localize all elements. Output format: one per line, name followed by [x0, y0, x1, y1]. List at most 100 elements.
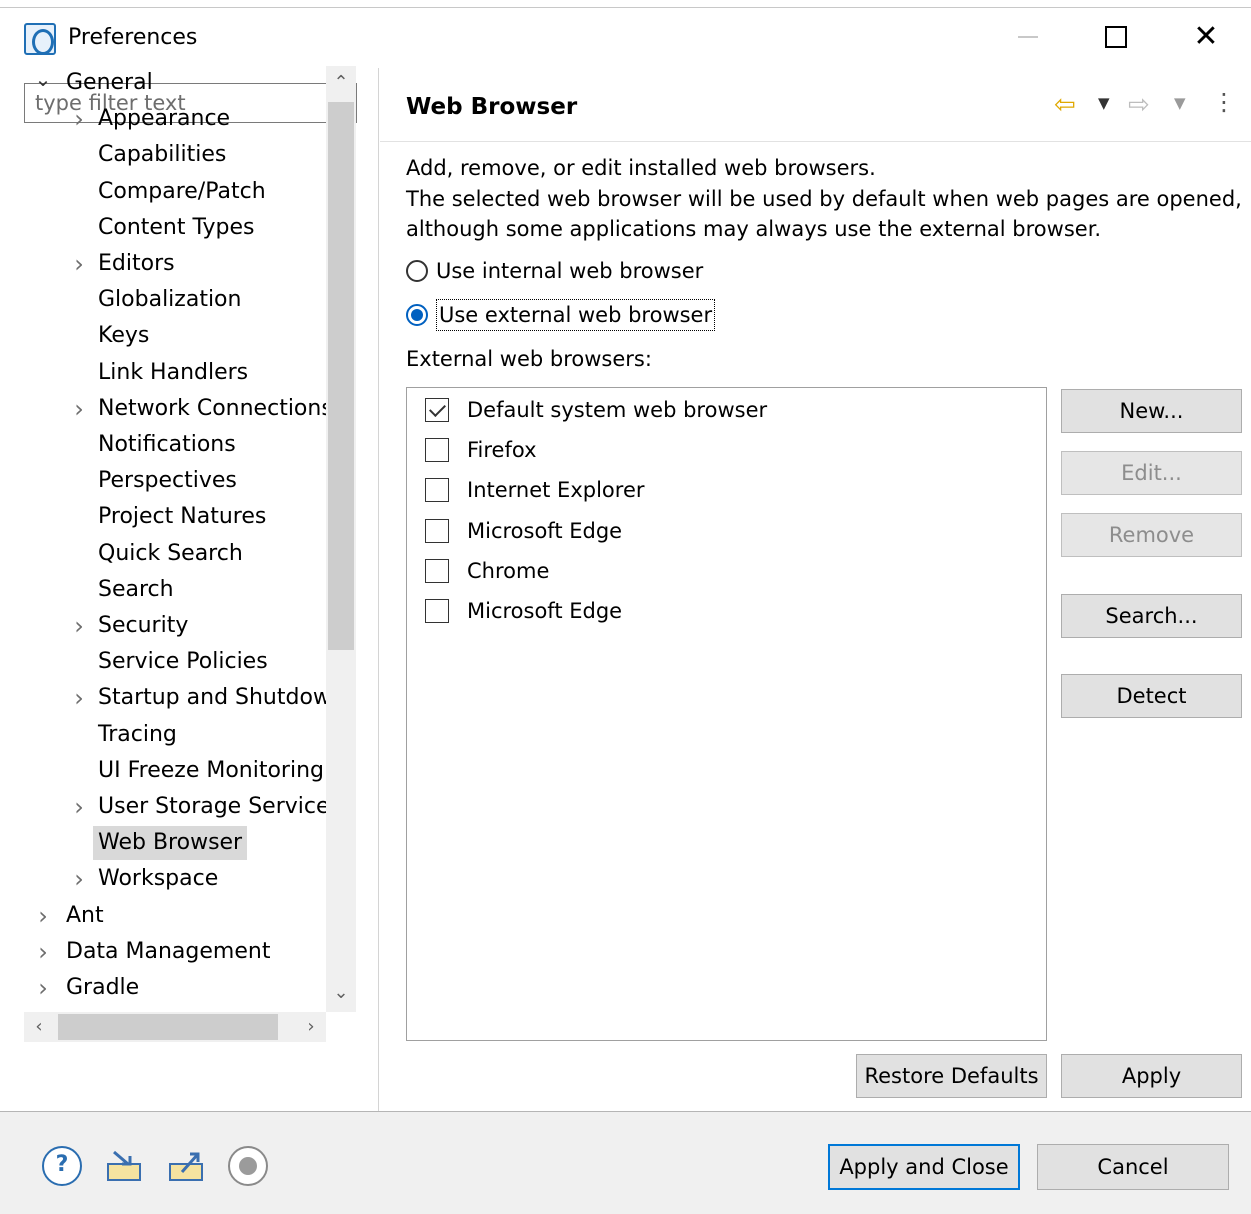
preference-tree: ⌄ General › Appearance Capabilities Compare/P… — [24, 66, 326, 1012]
browser-checkbox[interactable] — [425, 599, 449, 623]
tree-item-label: Perspectives — [98, 468, 237, 494]
apply-and-close-button[interactable]: Apply and Close — [828, 1144, 1020, 1190]
browser-checkbox[interactable] — [425, 478, 449, 503]
chevron-right-icon[interactable]: › — [34, 971, 52, 1005]
tree-item-label: Network Connections — [98, 395, 326, 421]
title-bar: Preferences ✕ — [0, 8, 1251, 68]
radio-external-label: Use external web browser — [436, 299, 716, 331]
cancel-button[interactable]: Cancel — [1037, 1144, 1229, 1190]
tree-item-label: UI Freeze Monitoring — [98, 757, 324, 783]
chevron-right-icon[interactable]: › — [70, 862, 88, 896]
scroll-down-icon[interactable]: ⌄ — [326, 976, 356, 1010]
chevron-right-icon[interactable]: › — [70, 609, 88, 643]
scroll-up-icon[interactable]: ⌃ — [326, 66, 356, 100]
external-browsers-label: External web browsers: — [406, 347, 652, 371]
browser-list-item[interactable]: Chrome — [425, 555, 549, 587]
browser-name: Firefox — [467, 438, 537, 463]
browser-list-item[interactable]: Internet Explorer — [425, 474, 645, 506]
back-arrow-icon[interactable]: ⇦ — [1054, 90, 1076, 120]
maximize-button[interactable] — [1070, 8, 1162, 66]
tree-item-label: Ant — [66, 902, 104, 928]
tree-item-label: Link Handlers — [98, 359, 249, 385]
tree-item-label: Globalization — [98, 287, 242, 313]
radio-external-indicator[interactable] — [406, 304, 428, 326]
browser-checkbox[interactable] — [425, 438, 449, 463]
chevron-right-icon[interactable]: › — [34, 899, 52, 933]
browser-list-item[interactable]: Firefox — [425, 434, 537, 466]
chevron-right-icon[interactable]: › — [70, 790, 88, 824]
tree-item-label: Keys — [98, 323, 150, 349]
tree-item-label: User Storage Service — [98, 794, 326, 819]
eclipse-app-icon — [24, 23, 56, 55]
chevron-down-icon[interactable]: ⌄ — [34, 66, 52, 100]
radio-internal-label: Use internal web browser — [436, 259, 704, 283]
tree-item-label: Workspace — [98, 866, 219, 892]
remove-button[interactable]: Remove — [1061, 513, 1242, 557]
import-icon[interactable] — [104, 1146, 144, 1186]
background-window-strip — [0, 0, 1251, 8]
minimize-button[interactable] — [982, 8, 1074, 66]
browser-checkbox[interactable] — [425, 398, 449, 422]
chevron-right-icon[interactable]: › — [70, 392, 88, 426]
tree-item-label: Compare/Patch — [98, 178, 266, 204]
chevron-right-icon[interactable]: › — [70, 247, 88, 281]
tree-item-label: Search — [98, 576, 174, 602]
tree-vertical-scrollbar[interactable]: ⌃ ⌄ — [326, 66, 356, 1012]
tree-item-label: Service Policies — [98, 649, 268, 675]
browser-checkbox[interactable] — [425, 558, 449, 583]
vertical-scroll-thumb[interactable] — [328, 102, 354, 650]
edit-button[interactable]: Edit... — [1061, 451, 1242, 495]
view-menu-icon[interactable]: ⋮ — [1212, 88, 1236, 116]
description-line: Add, remove, or edit installed web brows… — [406, 156, 876, 180]
browser-name: Internet Explorer — [467, 478, 645, 503]
detect-button[interactable]: Detect — [1061, 674, 1242, 718]
tree-item-label: Editors — [98, 251, 175, 276]
page-title: Web Browser — [406, 94, 578, 120]
browser-checkbox[interactable] — [425, 518, 449, 543]
browser-list-item[interactable]: Microsoft Edge — [425, 515, 622, 547]
tree-item-label: Gradle — [66, 975, 140, 1000]
forward-dropdown-icon[interactable]: ▼ — [1174, 94, 1186, 112]
forward-arrow-icon[interactable]: ⇨ — [1128, 90, 1150, 120]
chevron-right-icon[interactable]: › — [70, 681, 88, 715]
scroll-left-icon[interactable]: ‹ — [24, 1010, 54, 1044]
tree-item-label: Capabilities — [98, 142, 227, 168]
tree-item-label: Tracing — [98, 721, 177, 747]
minimize-icon — [1018, 36, 1038, 38]
new-button[interactable]: New... — [1061, 389, 1242, 433]
tree-item-label: Data Management — [66, 938, 271, 964]
radio-internal-indicator[interactable] — [406, 260, 428, 282]
restore-defaults-button[interactable]: Restore Defaults — [856, 1054, 1047, 1098]
record-macro-icon[interactable] — [228, 1146, 268, 1186]
tree-item-label: Web Browser — [93, 826, 248, 861]
search-button[interactable]: Search... — [1061, 594, 1242, 638]
tree-item-label: General — [66, 70, 153, 95]
tree-item-label: Quick Search — [98, 540, 243, 566]
external-browsers-list[interactable]: Default system web browser Firefox Interne… — [406, 387, 1047, 1041]
tree-item-label: Notifications — [98, 432, 236, 457]
radio-external-browser[interactable]: Use external web browser — [406, 299, 716, 331]
export-icon[interactable] — [166, 1146, 206, 1186]
radio-internal-browser[interactable]: Use internal web browser — [406, 256, 703, 286]
tree-item-label: Appearance — [98, 106, 231, 132]
scroll-right-icon[interactable]: › — [296, 1010, 326, 1044]
tree-item-label: Project Natures — [98, 504, 267, 530]
browser-name: Microsoft Edge — [467, 599, 623, 623]
close-button[interactable]: ✕ — [1160, 8, 1251, 66]
help-icon[interactable]: ? — [42, 1146, 82, 1186]
chevron-right-icon[interactable]: › — [70, 102, 88, 136]
browser-list-item[interactable]: Microsoft Edge — [425, 595, 622, 627]
description-line: although some applications may always us… — [406, 217, 1102, 241]
horizontal-scroll-thumb[interactable] — [58, 1014, 278, 1040]
window-title: Preferences — [68, 25, 198, 50]
browser-list-item[interactable]: Default system web browser — [425, 394, 767, 426]
chevron-right-icon[interactable]: › — [34, 935, 52, 969]
tree-item-label: Content Types — [98, 214, 255, 240]
apply-button[interactable]: Apply — [1061, 1054, 1242, 1098]
close-icon: ✕ — [1193, 19, 1219, 54]
maximize-icon — [1105, 26, 1127, 48]
back-dropdown-icon[interactable]: ▼ — [1098, 94, 1110, 112]
browser-name: Default system web browser — [467, 398, 768, 422]
browser-name: Chrome — [467, 558, 550, 583]
tree-horizontal-scrollbar[interactable]: ‹ › — [24, 1012, 326, 1042]
